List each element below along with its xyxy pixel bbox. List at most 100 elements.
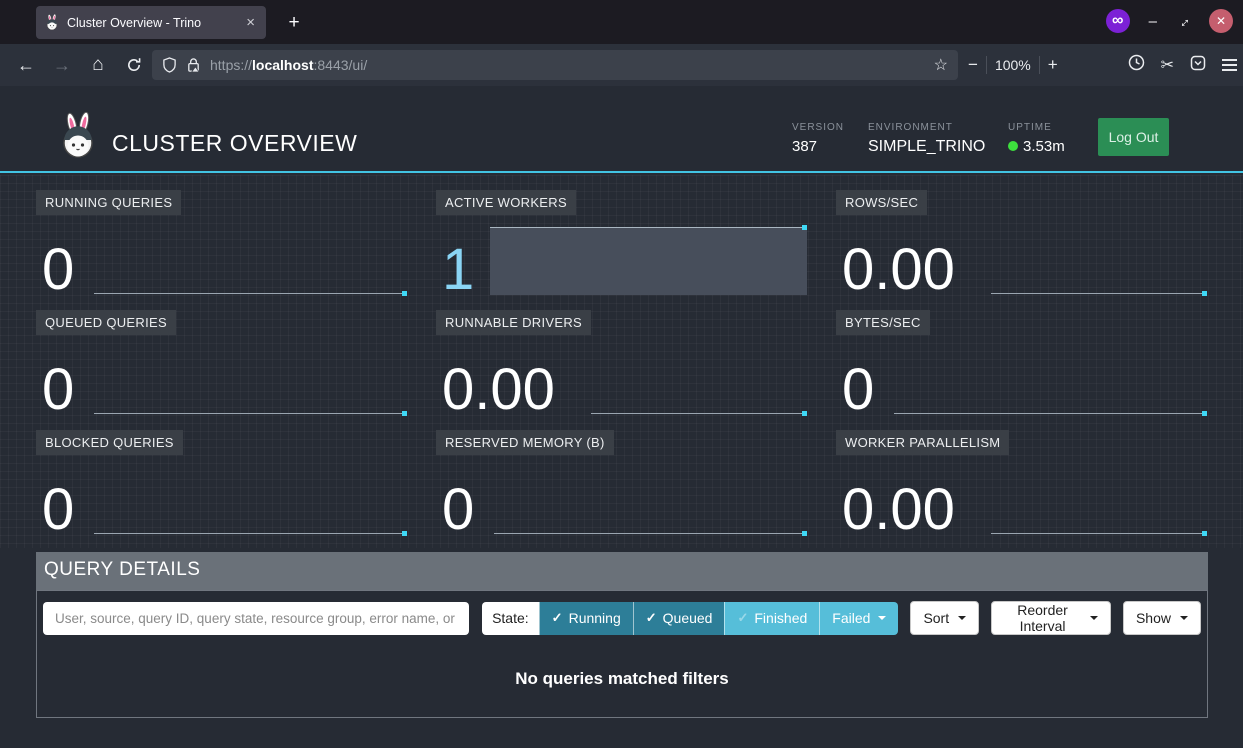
stat-label: ROWS/SEC [836, 190, 927, 215]
sparkline-endpoint-dot [1202, 411, 1207, 416]
state-filter-failed-dropdown[interactable]: Failed [819, 602, 898, 635]
sparkline-endpoint-dot [802, 225, 807, 230]
stat-worker-parallelism: WORKER PARALLELISM 0.00 [836, 430, 1208, 537]
tab-title: Cluster Overview - Trino [67, 16, 236, 30]
sparkline [894, 413, 1205, 414]
stat-value: 0.00 [442, 361, 555, 419]
caret-down-icon [958, 616, 966, 620]
stat-value: 0 [842, 361, 874, 419]
stat-active-workers: ACTIVE WORKERS 1 [436, 190, 808, 297]
browser-toolbar: ← → ⌂ https://localhost:8443/ui/ ☆ − 100… [0, 44, 1243, 86]
uptime-status-dot [1008, 141, 1018, 151]
trino-favicon [45, 14, 59, 31]
back-button[interactable]: ← [10, 49, 42, 81]
sparkline [94, 413, 405, 414]
sparkline [94, 533, 405, 534]
window-close-button[interactable]: ✕ [1209, 9, 1233, 33]
stat-queued-queries: QUEUED QUERIES 0 [36, 310, 408, 417]
browser-titlebar: Cluster Overview - Trino × + ∞ – ↔ ✕ [0, 0, 1243, 44]
caret-down-icon [1090, 616, 1098, 620]
environment-label: ENVIRONMENT [868, 122, 985, 133]
lock-warning-icon[interactable] [186, 57, 201, 73]
page-title: CLUSTER OVERVIEW [112, 130, 357, 157]
sparkline [591, 413, 805, 414]
sparkline-endpoint-dot [802, 531, 807, 536]
stat-rows-per-sec: ROWS/SEC 0.00 [836, 190, 1208, 297]
url-host: localhost [252, 57, 313, 73]
check-icon: ✓ [552, 610, 563, 626]
menu-hamburger-icon[interactable] [1222, 59, 1237, 71]
divider [986, 56, 987, 74]
uptime-value: 3.53m [1008, 138, 1065, 155]
tracking-shield-icon[interactable] [162, 57, 177, 73]
trino-logo [58, 112, 98, 160]
zoom-out-button[interactable]: − [968, 55, 978, 75]
trino-cluster-overview-page: CLUSTER OVERVIEW VERSION 387 ENVIRONMENT… [0, 86, 1243, 748]
reorder-interval-dropdown[interactable]: Reorder Interval [991, 601, 1111, 635]
query-details-title: QUERY DETAILS [36, 552, 1208, 590]
state-filter-finished[interactable]: ✓ Finished [724, 602, 819, 635]
stat-value: 0.00 [842, 241, 955, 299]
stat-label: RUNNABLE DRIVERS [436, 310, 591, 335]
home-button[interactable]: ⌂ [82, 49, 114, 81]
show-dropdown[interactable]: Show [1123, 601, 1201, 635]
browser-tab-active[interactable]: Cluster Overview - Trino × [36, 6, 266, 39]
stat-value: 0.00 [842, 481, 955, 539]
stat-value: 0 [42, 241, 74, 299]
query-search-input[interactable] [43, 602, 469, 635]
screenshot-scissors-icon[interactable]: ✂ [1161, 55, 1174, 75]
page-header: CLUSTER OVERVIEW VERSION 387 ENVIRONMENT… [0, 86, 1243, 173]
stat-label: BYTES/SEC [836, 310, 930, 335]
sparkline [991, 533, 1205, 534]
stat-label: QUEUED QUERIES [36, 310, 176, 335]
caret-down-icon [1180, 616, 1188, 620]
stat-value: 0 [42, 361, 74, 419]
version-value: 387 [792, 138, 844, 155]
sparkline-endpoint-dot [1202, 531, 1207, 536]
sparkline-endpoint-dot [1202, 291, 1207, 296]
sparkline-endpoint-dot [402, 531, 407, 536]
stat-reserved-memory: RESERVED MEMORY (B) 0 [436, 430, 808, 537]
version-label: VERSION [792, 122, 844, 133]
state-filter-running[interactable]: ✓ Running [539, 602, 633, 635]
stat-value: 1 [442, 241, 474, 299]
divider [1039, 56, 1040, 74]
zoom-level[interactable]: 100% [995, 57, 1031, 73]
empty-queries-message: No queries matched filters [37, 669, 1207, 689]
sparkline-endpoint-dot [402, 411, 407, 416]
tab-close-icon[interactable]: × [244, 14, 257, 31]
state-filter-queued[interactable]: ✓ Queued [633, 602, 725, 635]
logout-button[interactable]: Log Out [1098, 118, 1169, 156]
stat-label: BLOCKED QUERIES [36, 430, 183, 455]
state-filter-label: State: [482, 602, 539, 635]
bookmark-star-icon[interactable]: ☆ [934, 55, 948, 75]
zoom-in-button[interactable]: + [1048, 55, 1058, 75]
sparkline [991, 293, 1205, 294]
forward-button[interactable]: → [46, 49, 78, 81]
sparkline [494, 533, 805, 534]
new-tab-button[interactable]: + [280, 9, 308, 37]
stat-runnable-drivers: RUNNABLE DRIVERS 0.00 [436, 310, 808, 417]
stat-value: 0 [42, 481, 74, 539]
pocket-icon[interactable] [1190, 55, 1206, 76]
window-restore-button[interactable]: ↔ [1172, 10, 1193, 31]
state-filter-group: State: ✓ Running ✓ Queued ✓ Finished Fa [482, 602, 898, 635]
window-minimize-button[interactable]: – [1149, 13, 1157, 30]
sparkline-endpoint-dot [402, 291, 407, 296]
sort-dropdown[interactable]: Sort [910, 601, 979, 635]
caret-down-icon [878, 616, 886, 620]
history-clock-icon[interactable] [1128, 54, 1145, 76]
stat-label: RESERVED MEMORY (B) [436, 430, 614, 455]
url-bar[interactable]: https://localhost:8443/ui/ ☆ [152, 50, 958, 80]
check-icon: ✓ [646, 610, 657, 626]
stat-label: ACTIVE WORKERS [436, 190, 576, 215]
stat-blocked-queries: BLOCKED QUERIES 0 [36, 430, 408, 537]
reload-icon [126, 57, 142, 73]
reload-button[interactable] [118, 49, 150, 81]
url-text[interactable]: https://localhost:8443/ui/ [210, 57, 367, 73]
url-path: :8443/ui/ [314, 57, 368, 73]
stat-label: RUNNING QUERIES [36, 190, 181, 215]
uptime-label: UPTIME [1008, 122, 1065, 133]
url-scheme: https:// [210, 57, 252, 73]
check-icon: ✓ [737, 610, 748, 626]
